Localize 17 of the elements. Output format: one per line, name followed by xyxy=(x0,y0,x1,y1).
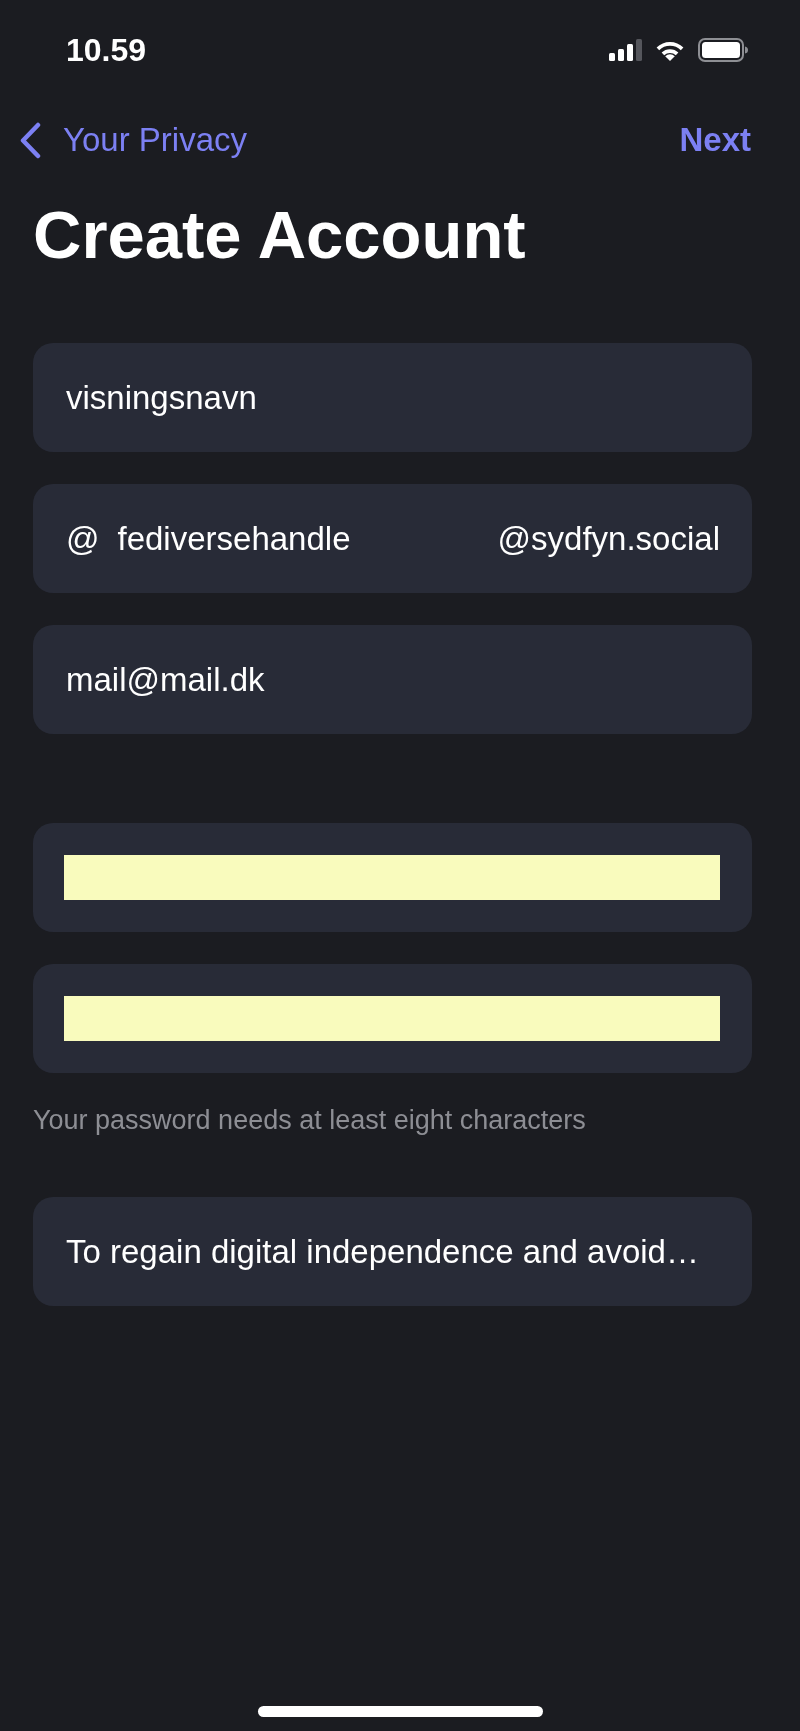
password-field[interactable] xyxy=(33,823,752,932)
password-field[interactable] xyxy=(33,964,752,1073)
signal-icon xyxy=(609,39,642,61)
reason-field[interactable]: To regain digital independence and avoid… xyxy=(33,1197,752,1306)
password-hint: Your password needs at least eight characters xyxy=(33,1104,586,1136)
at-sign-label: @ xyxy=(66,519,100,558)
page-title: Create Account xyxy=(33,196,526,274)
server-domain-label: @sydfyn.social xyxy=(497,519,720,558)
handle-text: fediversehandle xyxy=(117,519,351,558)
status-time: 10.59 xyxy=(66,34,147,66)
name-field[interactable]: visningsnavn xyxy=(33,343,752,452)
back-button[interactable]: Your Privacy xyxy=(19,120,248,160)
back-chevron-icon xyxy=(19,121,41,159)
next-button[interactable]: Next xyxy=(679,120,751,160)
email-field[interactable]: mail@mail.dk xyxy=(33,625,752,734)
battery-icon xyxy=(698,38,748,62)
handle-field[interactable]: @ fediversehandle @sydfyn.social xyxy=(33,484,752,593)
